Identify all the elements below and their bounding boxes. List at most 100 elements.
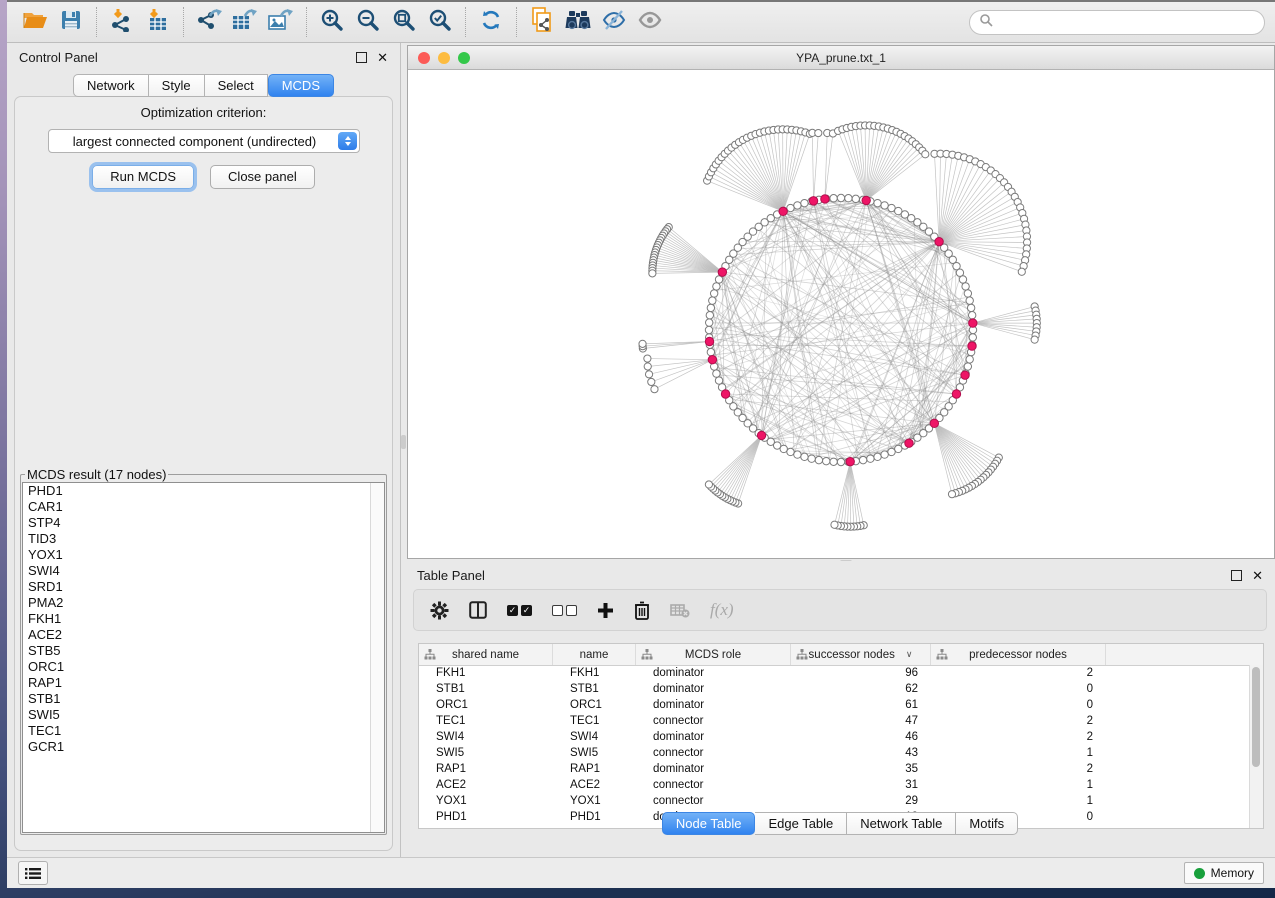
find-button[interactable] [560, 6, 596, 38]
attribute-type-icon [641, 649, 653, 660]
table-row[interactable]: YOX1YOX1connector291 [419, 793, 1250, 809]
task-history-button[interactable] [18, 861, 48, 885]
mcds-result-item[interactable]: PHD1 [23, 483, 384, 499]
delete-column-button[interactable] [634, 601, 650, 620]
mcds-result-item[interactable]: YOX1 [23, 547, 384, 563]
close-panel-icon[interactable]: ✕ [377, 51, 388, 64]
zoom-selected-button[interactable] [422, 6, 458, 38]
tab-style[interactable]: Style [149, 74, 205, 97]
mcds-list-scrollbar[interactable] [370, 483, 384, 832]
mcds-result-item[interactable]: SWI5 [23, 707, 384, 723]
table-cell: connector [636, 777, 791, 793]
table-row[interactable]: STB1STB1dominator620 [419, 681, 1250, 697]
close-panel-icon[interactable]: ✕ [1252, 569, 1263, 582]
delete-table-button-disabled[interactable] [670, 603, 690, 618]
table-scrollbar[interactable] [1249, 665, 1263, 828]
network-view-titlebar[interactable]: YPA_prune.txt_1 [408, 46, 1274, 70]
table-cell: dominator [636, 665, 791, 681]
export-image-button[interactable] [263, 6, 299, 38]
mcds-result-item[interactable]: STB5 [23, 643, 384, 659]
mcds-result-item[interactable]: STB1 [23, 691, 384, 707]
table-row[interactable]: SWI5SWI5connector431 [419, 745, 1250, 761]
hide-selected-button[interactable] [596, 6, 632, 38]
mcds-result-item[interactable]: FKH1 [23, 611, 384, 627]
column-header-mcds-role[interactable]: MCDS role [636, 644, 791, 665]
table-settings-button[interactable] [430, 601, 449, 620]
deselect-all-columns-button[interactable] [552, 605, 577, 616]
mcds-result-item[interactable]: CAR1 [23, 499, 384, 515]
show-all-button[interactable] [632, 6, 668, 38]
mcds-result-item[interactable]: ACE2 [23, 627, 384, 643]
minimize-window-icon[interactable] [438, 52, 450, 64]
network-from-selection-button[interactable] [524, 6, 560, 38]
save-session-button[interactable] [53, 6, 89, 38]
mcds-result-list[interactable]: PHD1CAR1STP4TID3YOX1SWI4SRD1PMA2FKH1ACE2… [22, 482, 385, 833]
tab-mcds[interactable]: MCDS [268, 74, 334, 97]
add-column-button[interactable] [597, 602, 614, 619]
float-panel-icon[interactable] [356, 52, 367, 63]
column-header-name[interactable]: name [553, 644, 636, 665]
memory-button[interactable]: Memory [1184, 862, 1264, 884]
float-panel-icon[interactable] [1231, 570, 1242, 581]
mcds-result-item[interactable]: TID3 [23, 531, 384, 547]
column-header-predecessor-nodes[interactable]: predecessor nodes [931, 644, 1106, 665]
open-file-button[interactable] [17, 6, 53, 38]
zoom-fit-button[interactable] [386, 6, 422, 38]
vertical-splitter-handle[interactable] [401, 435, 406, 449]
zoom-out-button[interactable] [350, 6, 386, 38]
mcds-result-item[interactable]: RAP1 [23, 675, 384, 691]
refresh-view-button[interactable] [473, 6, 509, 38]
table-row[interactable]: TEC1TEC1connector472 [419, 713, 1250, 729]
column-header-shared-name[interactable]: shared name [419, 644, 553, 665]
run-mcds-button[interactable]: Run MCDS [92, 165, 194, 189]
table-cell: 96 [791, 665, 931, 681]
table-cell: FKH1 [553, 665, 636, 681]
column-header-successor-nodes[interactable]: successor nodes ∨ [791, 644, 931, 665]
export-network-button[interactable] [191, 6, 227, 38]
show-column-panel-button[interactable] [469, 601, 487, 619]
import-network-button[interactable] [104, 6, 140, 38]
table-cell: RAP1 [419, 761, 553, 777]
import-table-button[interactable] [140, 6, 176, 38]
table-cell-filler [1106, 697, 1250, 713]
network-canvas[interactable] [408, 70, 1274, 558]
mcds-result-item[interactable]: PMA2 [23, 595, 384, 611]
table-row[interactable]: FKH1FKH1dominator962 [419, 665, 1250, 681]
mcds-result-title: MCDS result (17 nodes) [25, 467, 168, 482]
table-cell: 1 [931, 745, 1106, 761]
mcds-result-item[interactable]: SRD1 [23, 579, 384, 595]
table-panel-title: Table Panel [417, 568, 485, 583]
mcds-result-item[interactable]: SWI4 [23, 563, 384, 579]
close-panel-button[interactable]: Close panel [210, 165, 315, 189]
table-cell: 0 [931, 697, 1106, 713]
tab-select[interactable]: Select [205, 74, 268, 97]
mcds-result-item[interactable]: GCR1 [23, 739, 384, 755]
tab-network[interactable]: Network [73, 74, 149, 97]
close-window-icon[interactable] [418, 52, 430, 64]
tab-network-table[interactable]: Network Table [847, 812, 956, 835]
tab-edge-table[interactable]: Edge Table [755, 812, 847, 835]
function-builder-button-disabled[interactable]: f(x) [710, 600, 734, 620]
table-row[interactable]: ACE2ACE2connector311 [419, 777, 1250, 793]
mcds-result-item[interactable]: TEC1 [23, 723, 384, 739]
optimization-criterion-select[interactable]: largest connected component (undirected) [48, 129, 360, 153]
network-graph[interactable] [408, 70, 1274, 558]
select-all-columns-button[interactable]: ✓ ✓ [507, 605, 532, 616]
table-cell: FKH1 [419, 665, 553, 681]
table-scrollbar-thumb[interactable] [1252, 667, 1260, 767]
unchecked-box-icon [552, 605, 563, 616]
search-input[interactable] [999, 14, 1255, 30]
mcds-result-item[interactable]: STP4 [23, 515, 384, 531]
table-row[interactable]: SWI4SWI4dominator462 [419, 729, 1250, 745]
zoom-in-button[interactable] [314, 6, 350, 38]
mcds-result-item[interactable]: ORC1 [23, 659, 384, 675]
export-table-button[interactable] [227, 6, 263, 38]
table-row[interactable]: RAP1RAP1dominator352 [419, 761, 1250, 777]
table-cell-filler [1106, 681, 1250, 697]
tab-motifs[interactable]: Motifs [956, 812, 1018, 835]
maximize-window-icon[interactable] [458, 52, 470, 64]
search-box[interactable] [969, 10, 1265, 35]
table-tabs: Node Table Edge Table Network Table Moti… [405, 812, 1275, 835]
tab-node-table[interactable]: Node Table [662, 812, 756, 835]
table-row[interactable]: ORC1ORC1dominator610 [419, 697, 1250, 713]
